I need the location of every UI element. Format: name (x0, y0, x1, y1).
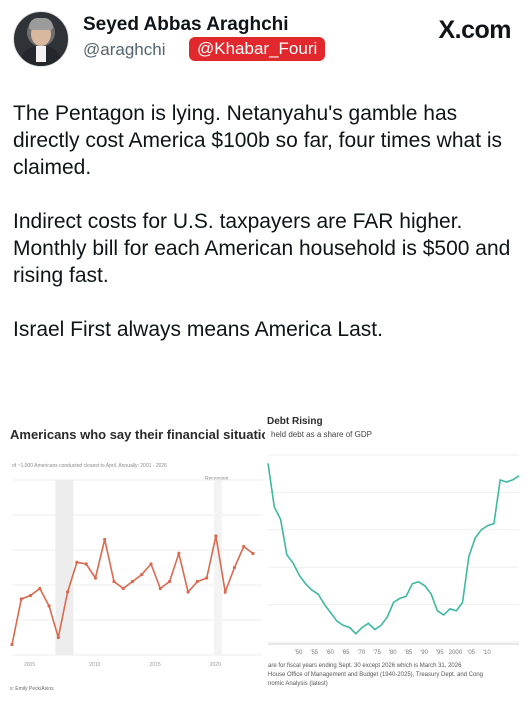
x-tick-label: 2000 (449, 650, 463, 656)
data-point (103, 537, 107, 542)
data-point (140, 572, 144, 577)
x-tick-label: '75 (373, 650, 381, 656)
post-paragraph: Israel First always means America Last. (13, 318, 383, 341)
chart-note: nomic Analysis (latest) (268, 681, 328, 687)
data-point (112, 579, 116, 584)
data-point (223, 590, 227, 594)
data-point (38, 586, 42, 591)
x-tick-label: 2005 (24, 662, 35, 668)
left-chart-plot: 2005 2010 2015 2020 (10, 479, 263, 668)
x-tick-label: '85 (404, 650, 412, 656)
data-point (84, 562, 88, 566)
x-tick-label: '05 (467, 650, 475, 656)
x-tick-label: 2015 (150, 662, 161, 668)
chart-note: are for fiscal years ending Sept. 30 exc… (268, 663, 462, 669)
data-point (66, 590, 70, 594)
data-point (177, 551, 181, 556)
chart-note: House Office of Management and Budget (1… (268, 672, 484, 678)
attached-chart-image[interactable]: Americans who say their financial situat… (0, 400, 531, 720)
data-point (158, 586, 162, 591)
recession-band (55, 480, 74, 655)
data-point (19, 597, 23, 601)
chart-notes: are for fiscal years ending Sept. 30 exc… (268, 662, 483, 689)
data-point (121, 586, 125, 591)
debt-rising-chart: Debt Rising held debt as a share of GDP … (265, 400, 531, 720)
post-header: Seyed Abbas Araghchi @araghchi @Khabar_F… (0, 0, 531, 80)
post-body: The Pentagon is lying. Netanyahu's gambl… (13, 100, 523, 370)
data-point (251, 551, 255, 556)
post-paragraph: The Pentagon is lying. Netanyahu's gambl… (13, 102, 503, 179)
data-point (130, 579, 135, 584)
x-tick-label: '90 (420, 650, 428, 656)
source-badge: @Khabar_Fouri (189, 37, 326, 61)
x-tick-label: 2010 (89, 662, 100, 668)
x-tick-label: '70 (357, 650, 365, 656)
data-point (56, 635, 60, 640)
x-tick-label: '60 (326, 650, 334, 656)
avatar[interactable] (13, 11, 69, 67)
x-tick-label: '10 (483, 650, 491, 656)
x-tick-label: '50 (295, 650, 303, 656)
data-point (10, 642, 14, 647)
data-point (167, 579, 172, 584)
avatar-shirt (36, 46, 46, 62)
x-tick-label: '65 (342, 650, 350, 656)
data-point (28, 593, 33, 598)
avatar-hair (29, 18, 53, 30)
series-line (267, 463, 520, 635)
data-point (214, 534, 218, 538)
data-point (195, 579, 199, 584)
x-tick-label: '95 (436, 650, 444, 656)
x-tick-label: '80 (389, 650, 397, 656)
data-point (149, 562, 153, 566)
x-tick-label: 2020 (210, 662, 221, 668)
chart-source: s: Emily Peck/Axios (10, 686, 54, 692)
data-point (186, 590, 190, 594)
x-tick-label: '55 (310, 650, 318, 656)
data-point (242, 544, 246, 549)
author-name[interactable]: Seyed Abbas Araghchi (83, 14, 289, 36)
data-point (47, 604, 51, 608)
site-logo: X.com (438, 16, 511, 44)
author-handle[interactable]: @araghchi (83, 40, 165, 60)
data-point (93, 576, 98, 580)
data-point (205, 576, 209, 580)
data-point (232, 565, 237, 570)
data-point (75, 560, 79, 564)
financial-situation-chart: Americans who say their financial situat… (0, 400, 303, 720)
post-paragraph: Indirect costs for U.S. taxpayers are FA… (13, 210, 511, 287)
